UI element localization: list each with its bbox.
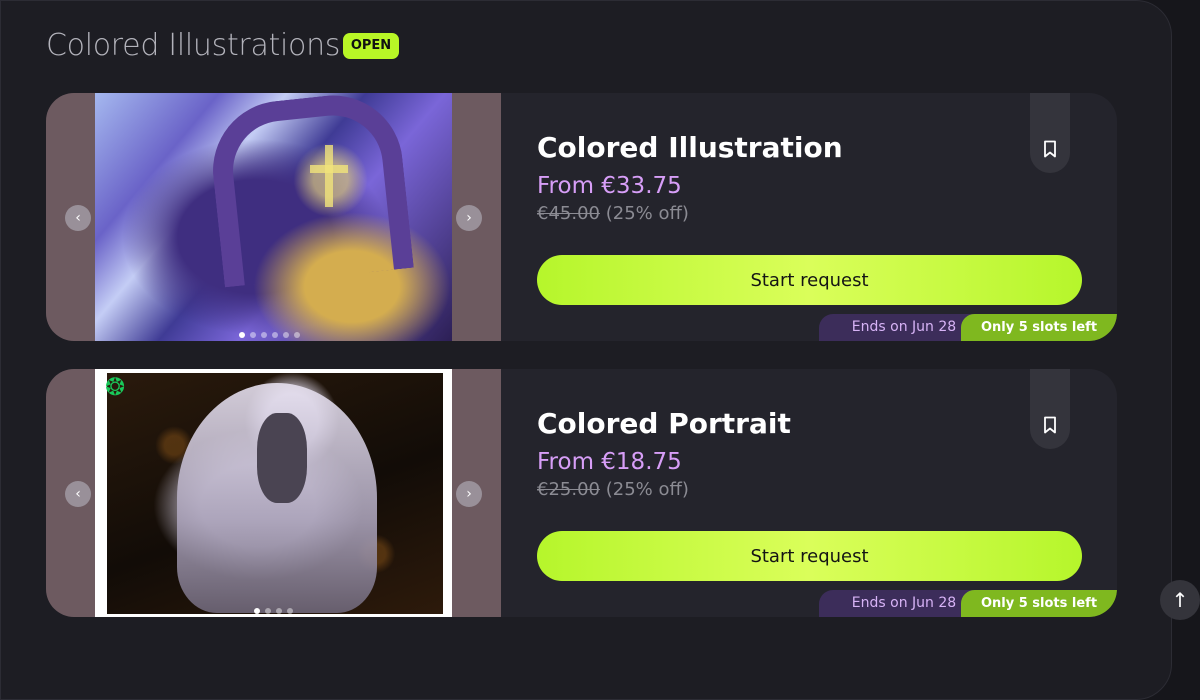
carousel-dot[interactable] bbox=[239, 332, 245, 338]
price: From €33.75 bbox=[537, 173, 682, 199]
commission-card: ‹ › Colored Illustration From €33.75 €45… bbox=[46, 93, 1117, 341]
discount-label: (25% off) bbox=[605, 203, 689, 224]
price: From €18.75 bbox=[537, 449, 682, 475]
carousel-dot[interactable] bbox=[250, 332, 256, 338]
slots-left-tag: Only 5 slots left bbox=[961, 590, 1117, 617]
slots-left-tag: Only 5 slots left bbox=[961, 314, 1117, 341]
card-title: Colored Illustration bbox=[537, 131, 843, 164]
bookmark-icon bbox=[1044, 140, 1056, 158]
carousel-dot[interactable] bbox=[283, 332, 289, 338]
carousel-dot[interactable] bbox=[272, 332, 278, 338]
scroll-to-top-button[interactable]: ↑ bbox=[1160, 580, 1200, 620]
carousel-prev-button[interactable]: ‹ bbox=[65, 481, 91, 507]
carousel-dots bbox=[239, 332, 300, 338]
carousel-next-button[interactable]: › bbox=[456, 481, 482, 507]
carousel-dot[interactable] bbox=[265, 608, 271, 614]
carousel-next-button[interactable]: › bbox=[456, 205, 482, 231]
carousel-dot[interactable] bbox=[254, 608, 260, 614]
section-title: Colored Illustrations bbox=[46, 28, 341, 63]
discount-label: (25% off) bbox=[605, 479, 689, 500]
bookmark-button[interactable] bbox=[1030, 93, 1070, 173]
bookmark-button[interactable] bbox=[1030, 369, 1070, 449]
bookmark-icon bbox=[1044, 416, 1056, 434]
carousel-dot[interactable] bbox=[261, 332, 267, 338]
status-badge: OPEN bbox=[343, 33, 399, 59]
arrow-up-icon: ↑ bbox=[1171, 588, 1189, 612]
emblem-icon: ❂ bbox=[104, 373, 126, 401]
carousel-prev-button[interactable]: ‹ bbox=[65, 205, 91, 231]
image-carousel[interactable]: ❂ ‹ › bbox=[46, 369, 501, 617]
carousel-dot[interactable] bbox=[276, 608, 282, 614]
chevron-right-icon: › bbox=[466, 210, 472, 226]
strikethrough-price: €25.00 bbox=[537, 479, 600, 500]
strikethrough-price: €45.00 bbox=[537, 203, 600, 224]
start-request-button[interactable]: Start request bbox=[537, 255, 1082, 305]
carousel-dot[interactable] bbox=[294, 332, 300, 338]
carousel-dot[interactable] bbox=[287, 608, 293, 614]
carousel-dots bbox=[254, 608, 293, 614]
chevron-right-icon: › bbox=[466, 486, 472, 502]
original-price: €45.00 (25% off) bbox=[537, 203, 689, 224]
image-carousel[interactable]: ‹ › bbox=[46, 93, 501, 341]
card-title: Colored Portrait bbox=[537, 407, 791, 440]
artwork-image: ❂ bbox=[95, 369, 452, 617]
start-request-button[interactable]: Start request bbox=[537, 531, 1082, 581]
chevron-left-icon: ‹ bbox=[75, 210, 81, 226]
chevron-left-icon: ‹ bbox=[75, 486, 81, 502]
artwork-image bbox=[95, 93, 452, 341]
original-price: €25.00 (25% off) bbox=[537, 479, 689, 500]
commission-card: ❂ ‹ › Colored Portrait From €18.75 €25.0… bbox=[46, 369, 1117, 617]
